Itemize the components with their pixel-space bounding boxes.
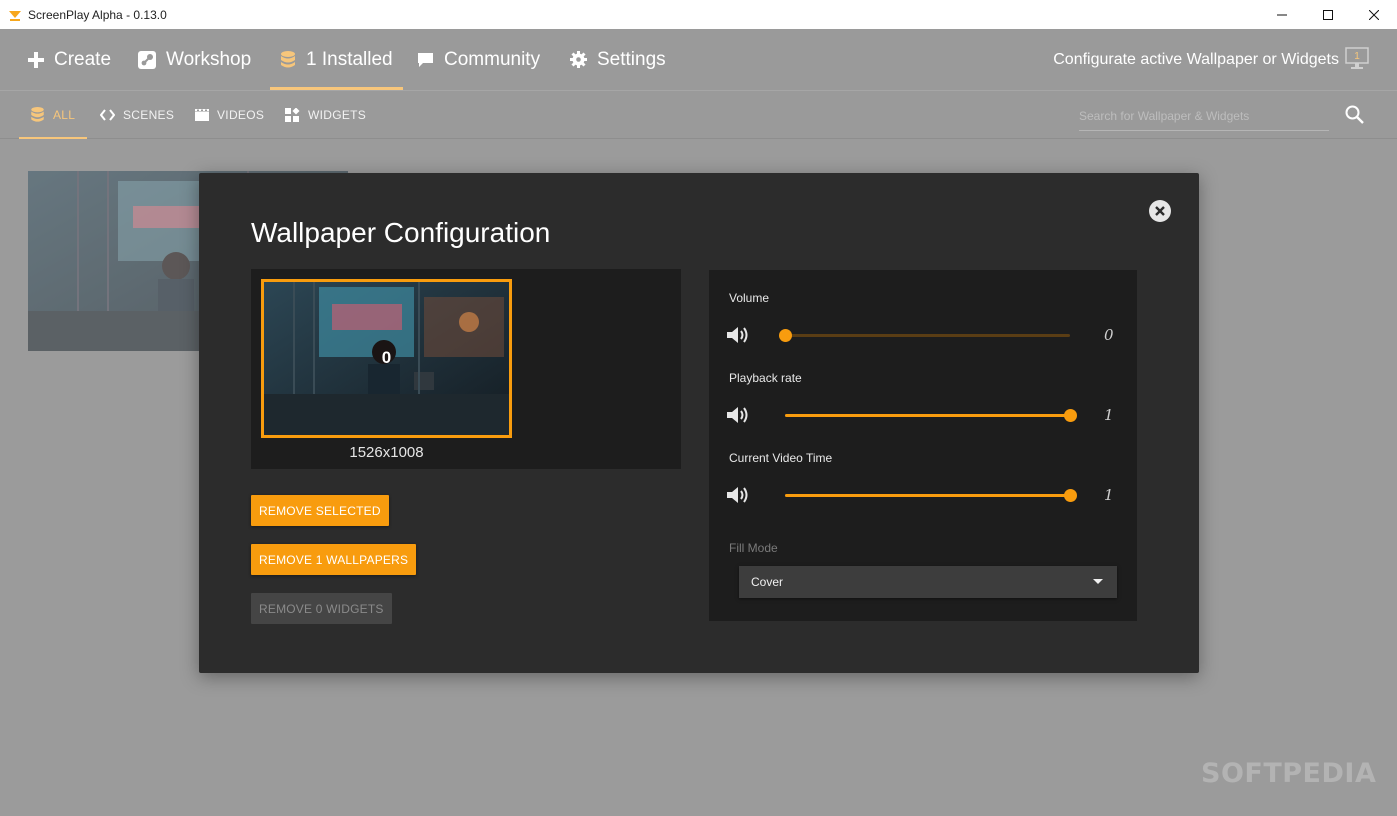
film-icon (195, 109, 209, 121)
code-icon (100, 109, 115, 121)
fill-mode-select[interactable]: Cover (739, 566, 1117, 598)
search-input[interactable]: Search for Wallpaper & Widgets (1079, 105, 1329, 131)
remove-widgets-button: REMOVE 0 WIDGETS (251, 593, 392, 624)
configurate-label: Configurate active Wallpaper or Widgets (1053, 50, 1339, 68)
nav-workshop[interactable]: Workshop (138, 29, 251, 90)
fill-mode-label: Fill Mode (729, 541, 778, 555)
nav-installed-label: 1 Installed (306, 48, 393, 70)
minimize-button[interactable] (1259, 0, 1305, 29)
filter-scenes[interactable]: SCENES (100, 91, 174, 139)
filter-videos-label: VIDEOS (217, 108, 265, 122)
nav-create[interactable]: Create (28, 29, 111, 90)
close-window-button[interactable] (1351, 0, 1397, 29)
window-controls (1259, 0, 1397, 29)
wallpaper-settings-panel: Volume 0 Playback rate 1 Current Video T… (709, 270, 1137, 621)
nav-community[interactable]: Community (417, 29, 540, 90)
wallpaper-configuration-dialog: Wallpaper Configuration 0 1526x1008 REMO… (199, 173, 1199, 673)
nav-installed[interactable]: 1 Installed (270, 29, 403, 90)
database-icon (280, 50, 296, 69)
volume-icon (727, 407, 748, 423)
volume-slider-handle[interactable] (779, 329, 792, 342)
fill-mode-value: Cover (751, 575, 784, 589)
database-icon (30, 107, 45, 123)
chat-icon (417, 52, 434, 68)
playback-rate-slider[interactable] (785, 409, 1077, 422)
filter-scenes-label: SCENES (123, 108, 175, 122)
app-logo-icon (9, 10, 21, 21)
volume-icon (727, 487, 748, 503)
monitor-preview-panel: 0 1526x1008 (251, 269, 681, 469)
video-time-slider-handle[interactable] (1064, 489, 1077, 502)
dialog-title: Wallpaper Configuration (251, 217, 551, 248)
monitor-icon[interactable]: 1 (1345, 47, 1369, 71)
close-icon (1369, 9, 1379, 20)
playback-rate-label: Playback rate (729, 371, 802, 385)
playback-rate-slider-handle[interactable] (1064, 409, 1077, 422)
nav-workshop-label: Workshop (166, 48, 252, 70)
title-bar: ScreenPlay Alpha - 0.13.0 (0, 0, 1397, 29)
filter-nav: ALL SCENES VIDEOS WIDGETS Search for Wal… (0, 90, 1397, 139)
close-dialog-button[interactable] (1149, 200, 1171, 222)
monitor-preview-selected[interactable]: 0 (261, 279, 512, 438)
maximize-button[interactable] (1305, 0, 1351, 29)
minimize-icon (1277, 14, 1287, 15)
playback-rate-value: 1 (1104, 406, 1114, 424)
nav-settings-label: Settings (597, 48, 666, 70)
nav-community-label: Community (444, 48, 541, 70)
configurate-active-button[interactable]: Configurate active Wallpaper or Widgets (1053, 29, 1339, 90)
widgets-icon (285, 107, 300, 123)
volume-label: Volume (729, 291, 770, 305)
filter-widgets-label: WIDGETS (308, 108, 367, 122)
monitor-resolution: 1526x1008 (349, 444, 424, 461)
nav-settings[interactable]: Settings (570, 29, 666, 90)
steam-icon (138, 50, 156, 69)
close-icon (1155, 206, 1165, 216)
volume-value: 0 (1104, 326, 1114, 344)
search-icon[interactable] (1345, 105, 1364, 124)
remove-wallpapers-button[interactable]: REMOVE 1 WALLPAPERS (251, 544, 417, 575)
filter-widgets[interactable]: WIDGETS (285, 91, 366, 139)
plus-icon (28, 51, 44, 68)
watermark: SOFTPEDIA (1201, 758, 1377, 789)
monitor-index: 0 (381, 348, 392, 367)
window-title: ScreenPlay Alpha - 0.13.0 (28, 7, 167, 22)
nav-create-label: Create (54, 48, 112, 70)
video-time-label: Current Video Time (729, 451, 833, 465)
video-time-slider[interactable] (785, 489, 1077, 502)
volume-slider[interactable] (779, 329, 1070, 342)
filter-videos[interactable]: VIDEOS (195, 91, 264, 139)
gear-icon (570, 51, 587, 68)
filter-all-label: ALL (53, 108, 76, 122)
maximize-icon (1323, 9, 1333, 20)
remove-selected-button[interactable]: REMOVE SELECTED (251, 495, 389, 526)
chevron-down-icon (1093, 579, 1103, 584)
volume-icon (727, 327, 748, 343)
main-nav: Create Workshop 1 Installed Community Se… (0, 29, 1397, 90)
video-time-value: 1 (1104, 486, 1114, 504)
filter-all[interactable]: ALL (18, 91, 88, 139)
monitor-badge: 1 (1354, 51, 1360, 62)
